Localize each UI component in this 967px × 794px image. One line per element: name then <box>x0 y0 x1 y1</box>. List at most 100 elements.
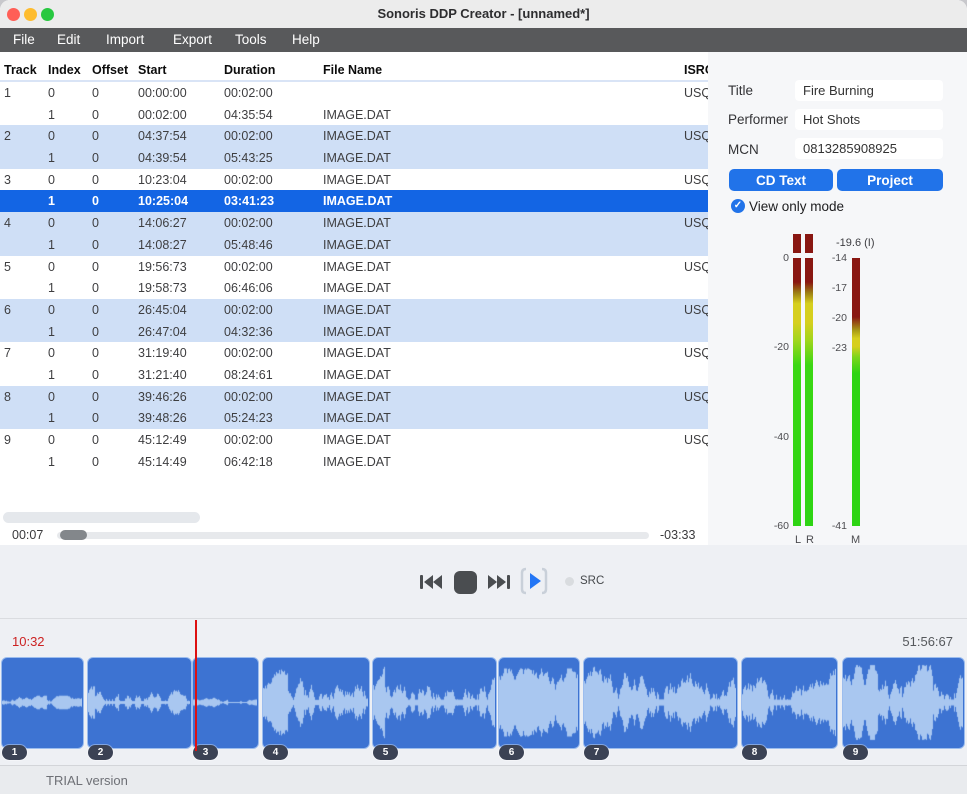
cell-index: 1 <box>48 368 55 382</box>
menu-item-file[interactable]: File <box>13 32 35 47</box>
trial-version-label: TRIAL version <box>46 773 128 788</box>
track-number-badge: 7 <box>584 745 609 760</box>
table-row[interactable]: 10000:00:0000:02:00USQ <box>0 82 708 104</box>
remaining-time-label: -03:33 <box>660 528 695 542</box>
cell-offset: 0 <box>92 325 99 339</box>
cd-text-button[interactable]: CD Text <box>729 169 833 191</box>
column-header-index[interactable]: Index <box>48 63 81 77</box>
column-header-isrc[interactable]: ISRC <box>684 63 708 77</box>
cell-index: 0 <box>48 303 55 317</box>
track-segment-6[interactable] <box>498 657 580 749</box>
table-row[interactable]: 1019:58:7306:46:06IMAGE.DAT <box>0 277 708 299</box>
table-row[interactable]: 1045:14:4906:42:18IMAGE.DAT <box>0 451 708 473</box>
table-row[interactable]: 70031:19:4000:02:00IMAGE.DATUSQ <box>0 342 708 364</box>
table-row[interactable]: 1031:21:4008:24:61IMAGE.DAT <box>0 364 708 386</box>
table-row[interactable]: 80039:46:2600:02:00IMAGE.DATUSQ <box>0 386 708 408</box>
cell-index: 1 <box>48 238 55 252</box>
column-header-file-name[interactable]: File Name <box>323 63 382 77</box>
cell-file: IMAGE.DAT <box>323 455 391 469</box>
cell-track: 6 <box>4 303 11 317</box>
cell-duration: 05:43:25 <box>224 151 273 165</box>
focus-bracket-right <box>542 569 546 593</box>
menu-item-tools[interactable]: Tools <box>235 32 267 47</box>
table-row[interactable]: 1039:48:2605:24:23IMAGE.DAT <box>0 407 708 429</box>
track-number-badge: 4 <box>263 745 288 760</box>
cell-duration: 00:02:00 <box>224 303 273 317</box>
track-segment-3[interactable] <box>192 657 259 749</box>
cell-duration: 00:02:00 <box>224 173 273 187</box>
table-row[interactable]: 1000:02:0004:35:54IMAGE.DAT <box>0 104 708 126</box>
previous-track-button[interactable] <box>419 573 443 594</box>
next-track-button[interactable] <box>487 573 511 594</box>
cell-start: 26:45:04 <box>138 303 187 317</box>
track-number-badge: 5 <box>373 745 398 760</box>
table-row[interactable]: 1010:25:0403:41:23IMAGE.DAT <box>0 190 708 212</box>
menu-item-help[interactable]: Help <box>292 32 320 47</box>
track-segment-7[interactable] <box>583 657 738 749</box>
table-row[interactable]: 30010:23:0400:02:00IMAGE.DATUSQ <box>0 169 708 191</box>
track-number-badge: 9 <box>843 745 868 760</box>
table-row[interactable]: 1014:08:2705:48:46IMAGE.DAT <box>0 234 708 256</box>
mcn-label: MCN <box>728 142 759 157</box>
track-segment-8[interactable] <box>741 657 838 749</box>
menu-item-export[interactable]: Export <box>173 32 212 47</box>
table-row[interactable]: 20004:37:5400:02:00IMAGE.DATUSQ <box>0 125 708 147</box>
cell-duration: 06:46:06 <box>224 281 273 295</box>
cell-start: 31:21:40 <box>138 368 187 382</box>
app-window: Sonoris DDP Creator - [unnamed*] File Edi… <box>0 0 967 794</box>
src-radio[interactable] <box>565 577 574 586</box>
cell-file: IMAGE.DAT <box>323 325 391 339</box>
cell-index: 1 <box>48 325 55 339</box>
menu-item-import[interactable]: Import <box>106 32 144 47</box>
cell-track: 1 <box>4 86 11 100</box>
table-header-row: Track Index Offset Start Duration File Name IS… <box>0 55 708 82</box>
table-row[interactable]: 50019:56:7300:02:00IMAGE.DATUSQ <box>0 256 708 278</box>
track-segment-1[interactable] <box>1 657 84 749</box>
cell-duration: 00:02:00 <box>224 260 273 274</box>
track-segment-4[interactable] <box>262 657 370 749</box>
menu-item-edit[interactable]: Edit <box>57 32 80 47</box>
cell-start: 45:14:49 <box>138 455 187 469</box>
track-segment-5[interactable] <box>372 657 497 749</box>
play-icon <box>530 573 541 589</box>
cell-offset: 0 <box>92 346 99 360</box>
waveform-panel: 10:32 51:56:67 123456789 <box>0 618 967 765</box>
mcn-field[interactable] <box>795 138 943 159</box>
playback-slider-thumb[interactable] <box>60 530 87 540</box>
column-header-offset[interactable]: Offset <box>92 63 128 77</box>
table-row[interactable]: 60026:45:0400:02:00IMAGE.DATUSQ <box>0 299 708 321</box>
column-header-start[interactable]: Start <box>138 63 166 77</box>
cell-index: 1 <box>48 194 55 208</box>
project-button[interactable]: Project <box>837 169 943 191</box>
stop-button[interactable] <box>454 571 477 594</box>
cell-start: 00:00:00 <box>138 86 187 100</box>
play-button[interactable] <box>518 565 550 600</box>
waveform-graphic <box>843 658 963 747</box>
table-row[interactable]: 40014:06:2700:02:00IMAGE.DATUSQ <box>0 212 708 234</box>
cell-file: IMAGE.DAT <box>323 151 391 165</box>
cell-start: 14:06:27 <box>138 216 187 230</box>
track-segment-9[interactable] <box>842 657 965 749</box>
cell-duration: 00:02:00 <box>224 86 273 100</box>
title-field[interactable] <box>795 80 943 101</box>
cell-index: 0 <box>48 86 55 100</box>
cell-index: 0 <box>48 433 55 447</box>
table-row[interactable]: 90045:12:4900:02:00IMAGE.DATUSQ <box>0 429 708 451</box>
table-row[interactable]: 1004:39:5405:43:25IMAGE.DAT <box>0 147 708 169</box>
cell-file: IMAGE.DAT <box>323 346 391 360</box>
table-row[interactable]: 1026:47:0404:32:36IMAGE.DAT <box>0 321 708 343</box>
column-header-duration[interactable]: Duration <box>224 63 275 77</box>
cell-start: 31:19:40 <box>138 346 187 360</box>
src-label: SRC <box>580 575 604 587</box>
horizontal-scrollbar[interactable] <box>3 512 200 523</box>
lr-scale-tick: 0 <box>763 252 789 264</box>
cell-offset: 0 <box>92 173 99 187</box>
view-only-checkbox[interactable]: ✓ <box>731 199 745 213</box>
column-header-track[interactable]: Track <box>4 63 37 77</box>
track-segment-2[interactable] <box>87 657 192 749</box>
cell-duration: 00:02:00 <box>224 390 273 404</box>
titlebar: Sonoris DDP Creator - [unnamed*] <box>0 0 967 28</box>
waveform-graphic <box>193 658 257 747</box>
playback-slider-track[interactable] <box>57 532 649 539</box>
performer-field[interactable] <box>795 109 943 130</box>
